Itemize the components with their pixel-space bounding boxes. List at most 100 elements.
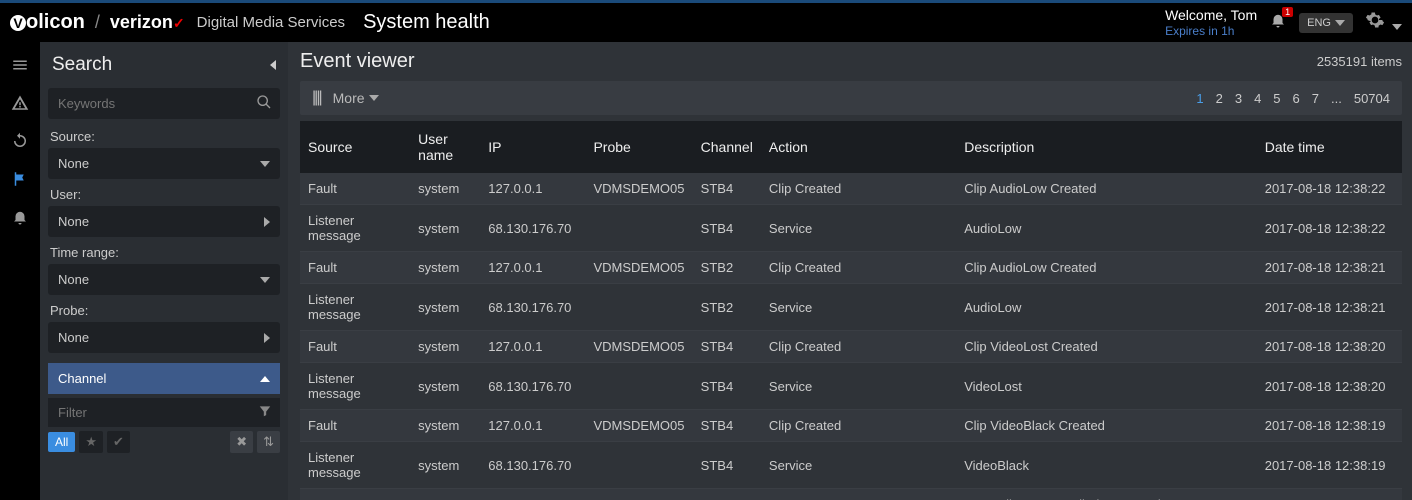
- column-header[interactable]: User name: [410, 121, 480, 173]
- table-row[interactable]: Faultsystem127.0.0.1VDMSDEMO05STB4Clip C…: [300, 410, 1402, 442]
- cell-user: system: [410, 173, 480, 205]
- language-button[interactable]: ENG: [1299, 13, 1353, 33]
- cell-channel: STB4: [693, 205, 761, 252]
- table-row[interactable]: Listener messagesystem68.130.176.70STB4S…: [300, 363, 1402, 410]
- cell-channel: STB4: [693, 442, 761, 489]
- cell-channel: STB4: [693, 331, 761, 363]
- page-link[interactable]: 7: [1312, 91, 1319, 106]
- cell-channel: [693, 489, 761, 500]
- cell-desc: Keep Alive error: Failed to get probe co…: [956, 489, 1256, 500]
- cell-source: Fault: [300, 410, 410, 442]
- sidebar: Search Source: None User: None Time rang…: [40, 42, 288, 500]
- cell-source: Fault: [300, 173, 410, 205]
- table-row[interactable]: Listener messagesystem68.130.176.70STB4S…: [300, 205, 1402, 252]
- cell-source: Fault: [300, 331, 410, 363]
- time-dropdown[interactable]: None: [48, 264, 280, 295]
- notification-badge: 1: [1282, 7, 1293, 17]
- expand-tree-button[interactable]: ⇅: [257, 431, 280, 453]
- cell-dt: 2017-08-18 12:38:22: [1257, 173, 1402, 205]
- channel-section-header[interactable]: Channel: [48, 363, 280, 394]
- table-wrap: SourceUser nameIPProbeChannelActionDescr…: [300, 121, 1402, 500]
- table-row[interactable]: KeepAlivesystem68.130.176.70OBS-STBApp\H…: [300, 489, 1402, 500]
- page-link[interactable]: 6: [1293, 91, 1300, 106]
- keyword-input[interactable]: [48, 88, 280, 119]
- sidebar-footer: All ★ ✔ ✖ ⇅: [48, 431, 280, 453]
- cell-user: system: [410, 442, 480, 489]
- source-dropdown[interactable]: None: [48, 148, 280, 179]
- cell-ip: 68.130.176.70: [480, 489, 585, 500]
- item-count: 2535191 items: [1317, 54, 1402, 69]
- warning-icon[interactable]: [11, 94, 29, 112]
- cell-user: system: [410, 331, 480, 363]
- cell-action: Service: [761, 284, 956, 331]
- cell-desc: AudioLow: [956, 205, 1256, 252]
- more-button[interactable]: More: [333, 90, 379, 106]
- sidebar-title: Search: [52, 54, 112, 76]
- refresh-icon[interactable]: [11, 132, 29, 150]
- icon-rail: [0, 42, 40, 500]
- brand-volicon: VVoliconolicon: [10, 11, 85, 34]
- table-row[interactable]: Faultsystem127.0.0.1VDMSDEMO05STB4Clip C…: [300, 331, 1402, 363]
- column-header[interactable]: Channel: [693, 121, 761, 173]
- channel-filter-input[interactable]: [48, 398, 280, 427]
- favorites-button[interactable]: ★: [79, 431, 103, 453]
- table-row[interactable]: Faultsystem127.0.0.1VDMSDEMO05STB2Clip C…: [300, 252, 1402, 284]
- menu-icon[interactable]: [11, 56, 29, 74]
- settings-icon[interactable]: [1365, 10, 1402, 35]
- cell-dt: 2017-08-18 12:38:19: [1257, 489, 1402, 500]
- chevron-down-icon: [1335, 20, 1345, 26]
- cell-ip: 68.130.176.70: [480, 363, 585, 410]
- more-label: More: [333, 90, 365, 106]
- main-header: Event viewer 2535191 items: [300, 50, 1402, 73]
- cell-dt: 2017-08-18 12:38:22: [1257, 205, 1402, 252]
- flag-icon[interactable]: [11, 170, 29, 188]
- column-header[interactable]: Description: [956, 121, 1256, 173]
- brand-verizon: verizon✓: [110, 12, 185, 33]
- table-body: Faultsystem127.0.0.1VDMSDEMO05STB4Clip C…: [300, 173, 1402, 500]
- cell-ip: 127.0.0.1: [480, 173, 585, 205]
- page-link[interactable]: 50704: [1354, 91, 1390, 106]
- expiry-text[interactable]: Expires in 1h: [1165, 24, 1257, 38]
- probe-dropdown[interactable]: None: [48, 322, 280, 353]
- user-label: User:: [50, 187, 280, 202]
- search-icon[interactable]: [256, 94, 272, 114]
- cell-action: Clip Created: [761, 331, 956, 363]
- all-button[interactable]: All: [48, 432, 75, 452]
- table-row[interactable]: Listener messagesystem68.130.176.70STB4S…: [300, 442, 1402, 489]
- cell-dt: 2017-08-18 12:38:20: [1257, 331, 1402, 363]
- cell-probe: [585, 363, 692, 410]
- column-header[interactable]: Source: [300, 121, 410, 173]
- column-header[interactable]: Date time: [1257, 121, 1402, 173]
- user-dropdown[interactable]: None: [48, 206, 280, 237]
- column-header[interactable]: Probe: [585, 121, 692, 173]
- collapse-sidebar-button[interactable]: [270, 58, 276, 73]
- column-header[interactable]: IP: [480, 121, 585, 173]
- cell-desc: VideoBlack: [956, 442, 1256, 489]
- page-link[interactable]: 1: [1196, 91, 1203, 106]
- notification-icon[interactable]: 1: [1269, 11, 1287, 34]
- page-link[interactable]: 4: [1254, 91, 1261, 106]
- cell-probe: VDMSDEMO05: [585, 331, 692, 363]
- columns-icon[interactable]: ||||: [312, 89, 321, 107]
- cell-dt: 2017-08-18 12:38:19: [1257, 410, 1402, 442]
- collapse-tree-button[interactable]: ✖: [230, 431, 253, 453]
- cell-probe: VDMSDEMO05: [585, 252, 692, 284]
- page-link[interactable]: 2: [1216, 91, 1223, 106]
- table-row[interactable]: Listener messagesystem68.130.176.70STB2S…: [300, 284, 1402, 331]
- page-link[interactable]: 3: [1235, 91, 1242, 106]
- table-row[interactable]: Faultsystem127.0.0.1VDMSDEMO05STB4Clip C…: [300, 173, 1402, 205]
- funnel-icon[interactable]: [258, 404, 272, 421]
- page-link[interactable]: 5: [1273, 91, 1280, 106]
- source-label: Source:: [50, 129, 280, 144]
- cell-probe: [585, 284, 692, 331]
- cell-ip: 68.130.176.70: [480, 284, 585, 331]
- cell-source: KeepAlive: [300, 489, 410, 500]
- cell-source: Listener message: [300, 442, 410, 489]
- column-header[interactable]: Action: [761, 121, 956, 173]
- cell-channel: STB2: [693, 284, 761, 331]
- cell-source: Fault: [300, 252, 410, 284]
- checked-button[interactable]: ✔: [107, 431, 130, 453]
- cell-probe: [585, 205, 692, 252]
- chevron-down-icon: [260, 277, 270, 283]
- bell-icon[interactable]: [11, 208, 29, 226]
